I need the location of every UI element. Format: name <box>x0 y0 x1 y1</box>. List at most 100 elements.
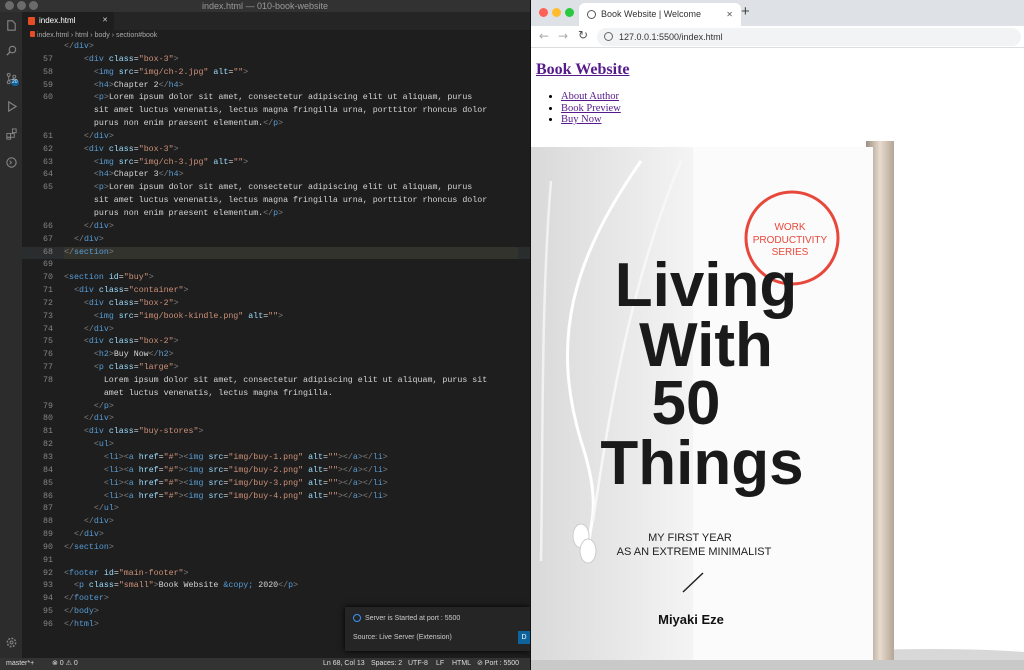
problems-count[interactable]: ⊗ 0 ⚠ 0 <box>52 658 78 670</box>
code-text[interactable]: <p>Lorem ipsum dolor sit amet, consectet… <box>64 182 518 195</box>
page-title[interactable]: Book Website <box>536 61 630 79</box>
code-line[interactable]: 87 </ul> <box>22 503 530 516</box>
git-branch[interactable]: master*+ <box>6 658 34 670</box>
code-line[interactable]: 58 <img src="img/ch-2.jpg" alt=""> <box>22 67 530 80</box>
code-text[interactable]: purus non enim praesent elementum.</p> <box>64 118 518 131</box>
code-text[interactable]: </div> <box>64 516 518 529</box>
extensions-icon[interactable] <box>0 124 22 144</box>
code-text[interactable]: <footer id="main-footer"> <box>64 568 518 581</box>
reload-icon[interactable]: ↻ <box>578 28 588 42</box>
breadcrumb-file[interactable]: index.html <box>37 32 69 39</box>
code-text[interactable]: </div> <box>64 234 518 247</box>
minimize-window-button[interactable] <box>552 8 561 17</box>
code-text[interactable]: <div class="box-3"> <box>64 144 518 157</box>
code-line[interactable]: 86 <li><a href="#"><img src="img/buy-4.p… <box>22 491 530 504</box>
maximize-window-button[interactable] <box>29 1 38 10</box>
code-line[interactable]: 85 <li><a href="#"><img src="img/buy-3.p… <box>22 478 530 491</box>
notification-action-button[interactable]: D <box>518 631 530 644</box>
code-text[interactable]: Lorem ipsum dolor sit amet, consectetur … <box>64 375 518 388</box>
nav-link-book-preview[interactable]: Book Preview <box>561 103 621 114</box>
code-line[interactable]: 66 </div> <box>22 221 530 234</box>
code-line[interactable]: sit amet luctus venenatis, lectus magna … <box>22 105 530 118</box>
code-line[interactable]: 94 </footer> <box>22 593 530 606</box>
nav-link-buy-now[interactable]: Buy Now <box>561 114 602 125</box>
minimize-window-button[interactable] <box>17 1 26 10</box>
code-line[interactable]: 81 <div class="buy-stores"> <box>22 426 530 439</box>
code-line[interactable]: 88 </div> <box>22 516 530 529</box>
code-line[interactable]: 93 <p class="small">Book Website &copy; … <box>22 580 530 593</box>
code-line[interactable]: 82 <ul> <box>22 439 530 452</box>
code-line[interactable]: 70 <section id="buy"> <box>22 272 530 285</box>
code-text[interactable]: sit amet luctus venenatis, lectus magna … <box>64 105 518 118</box>
code-line[interactable]: 57 <div class="box-3"> <box>22 54 530 67</box>
code-line[interactable]: 80 </div> <box>22 413 530 426</box>
code-text[interactable]: <li><a href="#"><img src="img/buy-4.png"… <box>64 491 518 504</box>
code-text[interactable]: </div> <box>64 131 518 144</box>
code-line[interactable]: 91 <box>22 555 530 568</box>
code-line[interactable]: 83 <li><a href="#"><img src="img/buy-1.p… <box>22 452 530 465</box>
code-text[interactable]: </footer> <box>64 593 518 606</box>
code-text[interactable]: <h4>Chapter 3</h4> <box>64 169 518 182</box>
code-text[interactable]: <img src="img/ch-3.jpg" alt=""> <box>64 157 518 170</box>
code-line[interactable]: 68 </section> <box>22 246 530 260</box>
maximize-window-button[interactable] <box>565 8 574 17</box>
code-text[interactable]: <h2>Buy Now</h2> <box>64 349 518 362</box>
back-arrow-icon[interactable]: ← <box>539 29 549 43</box>
code-text[interactable]: <img src="img/ch-2.jpg" alt=""> <box>64 67 518 80</box>
settings-gear-icon[interactable] <box>0 632 22 652</box>
code-text[interactable]: </div> <box>64 221 518 234</box>
code-text[interactable]: amet luctus venenatis, lectus magna frin… <box>64 388 518 401</box>
code-line[interactable]: 62 <div class="box-3"> <box>22 144 530 157</box>
code-text[interactable]: <div class="buy-stores"> <box>64 426 518 439</box>
code-text[interactable]: <img src="img/book-kindle.png" alt=""> <box>64 311 518 324</box>
code-line[interactable]: 78 Lorem ipsum dolor sit amet, consectet… <box>22 375 530 388</box>
tab-index-html[interactable]: index.html ✕ <box>22 12 114 30</box>
code-line[interactable]: 84 <li><a href="#"><img src="img/buy-2.p… <box>22 465 530 478</box>
code-text[interactable]: <ul> <box>64 439 518 452</box>
live-server-port[interactable]: ⊘ Port : 5500 <box>477 658 519 670</box>
code-line[interactable]: 79 </p> <box>22 401 530 414</box>
code-text[interactable]: purus non enim praesent elementum.</p> <box>64 208 518 221</box>
code-line[interactable]: 64 <h4>Chapter 3</h4> <box>22 169 530 182</box>
code-text[interactable]: sit amet luctus venenatis, lectus magna … <box>64 195 518 208</box>
breadcrumb-body[interactable]: body <box>95 32 110 39</box>
eol[interactable]: LF <box>436 658 444 670</box>
code-text[interactable]: <section id="buy"> <box>64 272 518 285</box>
browser-tab[interactable]: Book Website | Welcome ✕ <box>579 3 741 26</box>
breadcrumb-html[interactable]: html <box>75 32 88 39</box>
new-tab-button[interactable]: + <box>741 3 750 20</box>
code-text[interactable]: </div> <box>64 41 518 54</box>
code-text[interactable]: <li><a href="#"><img src="img/buy-3.png"… <box>64 478 518 491</box>
code-text[interactable]: <div class="container"> <box>64 285 518 298</box>
remote-icon[interactable] <box>0 152 22 172</box>
code-line[interactable]: 77 <p class="large"> <box>22 362 530 375</box>
code-text[interactable]: <li><a href="#"><img src="img/buy-1.png"… <box>64 452 518 465</box>
code-line[interactable]: 75 <div class="box-2"> <box>22 336 530 349</box>
code-text[interactable]: </div> <box>64 324 518 337</box>
cursor-position[interactable]: Ln 68, Col 13 <box>323 658 365 670</box>
code-line[interactable]: 89 </div> <box>22 529 530 542</box>
code-line[interactable]: 73 <img src="img/book-kindle.png" alt=""… <box>22 311 530 324</box>
code-text[interactable]: </ul> <box>64 503 518 516</box>
code-line[interactable]: 90 </section> <box>22 542 530 555</box>
code-line[interactable]: 69 <box>22 259 530 272</box>
encoding[interactable]: UTF-8 <box>408 658 428 670</box>
search-icon[interactable] <box>0 40 22 60</box>
code-text[interactable]: <h4>Chapter 2</h4> <box>64 80 518 93</box>
language-mode[interactable]: HTML <box>452 658 471 670</box>
code-line[interactable]: 74 </div> <box>22 324 530 337</box>
address-bar[interactable]: 127.0.0.1:5500/index.html <box>597 28 1021 46</box>
code-line[interactable]: 71 <div class="container"> <box>22 285 530 298</box>
code-line[interactable]: 63 <img src="img/ch-3.jpg" alt=""> <box>22 157 530 170</box>
source-control-icon[interactable]: 20 <box>0 68 22 88</box>
code-line[interactable]: </div> <box>22 41 530 54</box>
tab-close-icon[interactable]: ✕ <box>102 12 108 30</box>
close-window-button[interactable] <box>5 1 14 10</box>
code-text[interactable]: </div> <box>64 413 518 426</box>
code-text[interactable]: <p>Lorem ipsum dolor sit amet, consectet… <box>64 92 518 105</box>
tab-close-icon[interactable]: ✕ <box>726 3 733 26</box>
code-text[interactable]: </p> <box>64 401 518 414</box>
forward-arrow-icon[interactable]: → <box>558 29 568 43</box>
code-text[interactable]: </section> <box>64 542 518 555</box>
code-line[interactable]: 65 <p>Lorem ipsum dolor sit amet, consec… <box>22 182 530 195</box>
